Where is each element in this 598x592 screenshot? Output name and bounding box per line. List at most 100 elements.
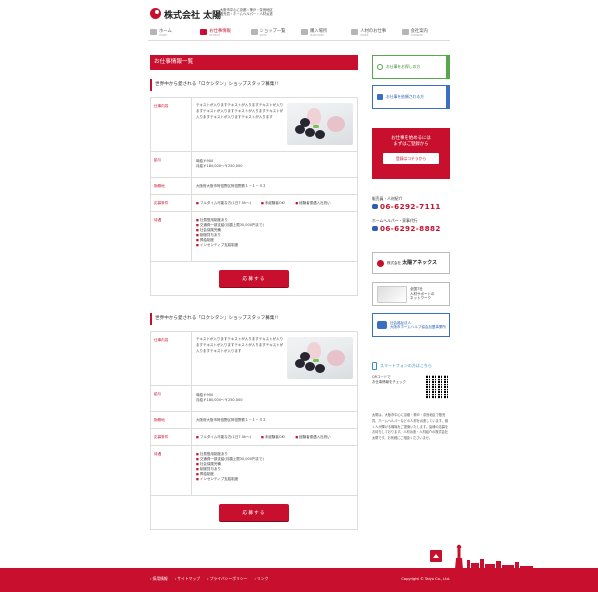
- benefits: 社員登用制度あり 交通費一部支給(月額上限30,000円まで) 社会保険完備 制…: [191, 212, 357, 261]
- phone-icon: [372, 226, 378, 231]
- footer-link-sitemap[interactable]: サイトマップ: [175, 576, 200, 582]
- nav-divider: [148, 40, 450, 41]
- row-label: 仕事内容: [154, 338, 169, 342]
- banner-line: ネットワーク: [410, 296, 431, 301]
- job-table: 仕事内容 テキストが入りますテキストが入りますテキストが入りますテキストが入りま…: [150, 331, 358, 530]
- job-title: 世界中から愛される「ロクシタン」ショップスタッフ募集!!: [150, 313, 358, 325]
- row-label: 待遇: [154, 452, 162, 456]
- site-header: 株式会社 太陽 大阪市中心に京都・神戸・奈良地区 販売員・ホームヘルパー・人材派…: [150, 8, 450, 24]
- button-label: お仕事を依頼される方: [386, 94, 424, 99]
- product-photo: [287, 103, 353, 145]
- about-text: 太陽は、大阪市中心に京都・神戸・奈良地区で販売員、ホームヘルパーなどの人材を派遣…: [372, 413, 449, 441]
- apply-row: 応募する: [151, 495, 357, 529]
- row-label: 給与: [154, 392, 162, 396]
- job-title: 世界中から愛される「ロクシタン」ショップスタッフ募集!!: [150, 79, 358, 91]
- search-icon: [377, 64, 383, 70]
- pay-monthly: 月給￥180,000〜￥250,000: [196, 398, 243, 402]
- banner-text: 株式会社 太陽アネックス: [387, 259, 437, 266]
- benefit-item: インセンティブ支給制度: [196, 477, 353, 482]
- hand-icon: [377, 94, 383, 100]
- job-description: テキストが入りますテキストが入りますテキストが入りますテキストが入りますテキスト…: [196, 103, 284, 119]
- nav-item-shop[interactable]: ショップ一覧 SHOP: [249, 26, 299, 38]
- condition-item: 未経験者OK!: [261, 201, 285, 205]
- row-label: 待遇: [154, 218, 162, 222]
- shop-icon: [250, 29, 258, 35]
- conditions: フルタイム可能な方(1日7.5h〜) 未経験者OK! 経験者優遇入社祝い: [191, 195, 357, 211]
- table-row: 給与 時給￥900 月給￥180,000〜￥250,000: [151, 385, 357, 411]
- job-card: 世界中から愛される「ロクシタン」ショップスタッフ募集!! 仕事内容 テキストが入…: [150, 79, 358, 296]
- smartphone-label: スマートフォンの方はこちら: [380, 363, 432, 368]
- home-icon: [150, 29, 157, 35]
- footer-link-privacy[interactable]: プライバシーポリシー: [207, 576, 248, 582]
- banner-line: 大阪市ホームヘルプ協会加盟事業所: [390, 325, 446, 329]
- condition-item: フルタイム可能な方(1日7.5h〜): [196, 201, 251, 205]
- job-description: テキストが入りますテキストが入りますテキストが入りますテキストが入りますテキスト…: [196, 337, 284, 353]
- copyright: Copyright © Taiyo Co., Ltd.: [401, 577, 450, 581]
- phone-text: 06-6292-7111: [380, 202, 441, 211]
- nav-item-purchase[interactable]: 購入場所 PURCHASE: [299, 26, 349, 38]
- benefits: 社員登用制度あり 交通費一部支給(月額上限30,000円まで) 社会保険完備 制…: [191, 446, 357, 495]
- register-button[interactable]: 登録はコチラから: [383, 153, 439, 164]
- site-logo[interactable]: 株式会社 太陽: [164, 8, 221, 21]
- nav-sublabel: WORK: [360, 33, 369, 37]
- table-row: 待遇 社員登用制度あり 交通費一部支給(月額上限30,000円まで) 社会保険完…: [151, 445, 357, 495]
- header-tagline: 大阪市中心に京都・神戸・奈良地区 販売員・ホームヘルパー・人材派遣: [220, 8, 290, 17]
- banner-title: 太陽アネックス: [402, 259, 437, 266]
- main-content: お仕事情報一覧 世界中から愛される「ロクシタン」ショップスタッフ募集!! 仕事内…: [150, 55, 358, 530]
- apply-button[interactable]: 応募する: [219, 270, 289, 287]
- association-logo-icon: [377, 321, 387, 329]
- job-table: 仕事内容 テキストが入りますテキストが入りますテキストが入りますテキストが入りま…: [150, 97, 358, 296]
- banner-text: 全国7社 人材サポートの ネットワーク: [410, 287, 435, 301]
- job-card: 世界中から愛される「ロクシタン」ショップスタッフ募集!! 仕事内容 テキストが入…: [150, 313, 358, 530]
- building-icon: [401, 29, 409, 35]
- client-request-button[interactable]: お仕事を依頼される方: [372, 85, 450, 109]
- trycome-banner[interactable]: 全国7社 人材サポートの ネットワーク: [372, 282, 450, 306]
- banner-small: 株式会社: [387, 260, 401, 265]
- logo-icon[interactable]: [150, 8, 161, 19]
- phone-number[interactable]: 06-6292-8882: [372, 224, 450, 236]
- condition-item: 未経験者OK!: [261, 435, 285, 439]
- qr-line: お仕事情報をチェック: [372, 380, 406, 384]
- briefcase-icon: [200, 29, 208, 35]
- table-row: 給与 時給￥900 月給￥180,000〜￥250,000: [151, 151, 357, 177]
- nav-item-home[interactable]: ホーム HOME: [148, 26, 198, 38]
- association-banner[interactable]: 社会福祉法人 大阪市ホームヘルプ協会加盟事業所: [372, 313, 450, 337]
- annex-banner[interactable]: 株式会社 太陽アネックス: [372, 252, 450, 274]
- row-value: テキストが入りますテキストが入りますテキストが入りますテキストが入りますテキスト…: [191, 332, 357, 385]
- smartphone-block: スマートフォンの方はこちら QRコードで お仕事情報をチェック: [372, 361, 450, 399]
- register-text: まずはご登録から: [393, 142, 429, 147]
- nav-item-recruit[interactable]: お仕事情報 RECRUIT: [198, 26, 248, 38]
- smartphone-heading: スマートフォンの方はこちら: [372, 361, 450, 371]
- pay-monthly: 月給￥180,000〜￥250,000: [196, 164, 243, 168]
- row-label: 勤務地: [154, 418, 165, 422]
- nav-item-company[interactable]: 会社案内 COMPANY: [400, 26, 450, 38]
- footer-link-links[interactable]: リンク: [254, 576, 268, 582]
- row-label: 勤務地: [154, 184, 165, 188]
- footer-link-recruit[interactable]: 採用情報: [150, 576, 168, 582]
- work-location: 大阪府大阪市阿倍野区阿倍野筋１－１－４２: [191, 178, 357, 194]
- phone-number[interactable]: 06-6292-7111: [372, 202, 450, 214]
- search-job-button[interactable]: お仕事をお探しの方: [372, 55, 450, 79]
- apply-button[interactable]: 応募する: [219, 504, 289, 521]
- row-value: テキストが入りますテキストが入りますテキストが入りますテキストが入りますテキスト…: [191, 98, 357, 151]
- banner-text: 社会福祉法人 大阪市ホームヘルプ協会加盟事業所: [390, 321, 446, 330]
- row-label: 応募条件: [154, 201, 169, 205]
- qr-code: [426, 375, 450, 399]
- row-label: 給与: [154, 158, 162, 162]
- row-value: 時給￥900 月給￥180,000〜￥250,000: [191, 152, 357, 177]
- nav-sublabel: RECRUIT: [209, 33, 221, 37]
- table-row: 仕事内容 テキストが入りますテキストが入りますテキストが入りますテキストが入りま…: [151, 332, 357, 385]
- nav-item-work[interactable]: 人材のお仕事 WORK: [349, 26, 399, 38]
- button-label: お仕事をお探しの方: [386, 64, 421, 69]
- trycome-logo-icon: [377, 285, 407, 303]
- nav-sublabel: PURCHASE: [309, 33, 324, 37]
- nav-sublabel: COMPANY: [410, 33, 424, 37]
- work-location: 大阪府大阪市阿倍野区阿倍野筋１－１－４２: [191, 412, 357, 428]
- row-label: 応募条件: [154, 435, 169, 439]
- table-row: 応募条件 フルタイム可能な方(1日7.5h〜) 未経験者OK! 経験者優遇入社祝…: [151, 194, 357, 211]
- footer-links: 採用情報 サイトマップ プライバシーポリシー リンク: [150, 576, 269, 582]
- contact-block: 販売員・人材紹介 06-6292-7111 ホームヘルパー・家事代行 06-62…: [372, 196, 450, 236]
- condition-item: 経験者優遇入社祝い: [295, 201, 331, 205]
- page-top-button[interactable]: [430, 550, 442, 562]
- chevron-right-icon: [446, 86, 449, 108]
